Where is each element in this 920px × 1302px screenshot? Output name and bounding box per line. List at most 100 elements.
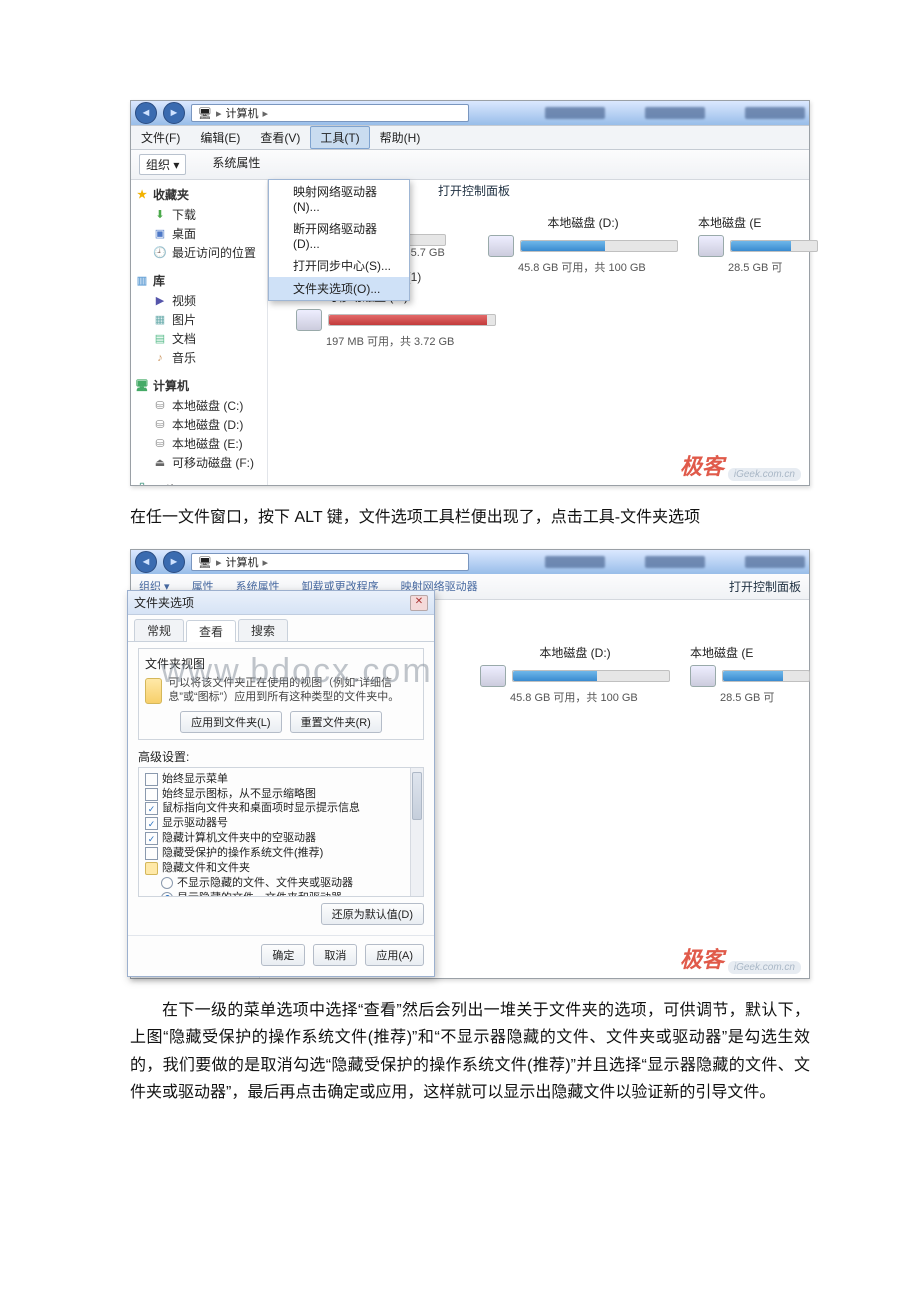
tab-view[interactable]: 查看: [186, 620, 236, 642]
download-icon: ⬇: [153, 208, 167, 222]
back-button[interactable]: ◄: [135, 551, 157, 573]
close-icon[interactable]: ✕: [410, 595, 428, 611]
sidebar-item-drive-c[interactable]: ⛁本地磁盘 (C:): [135, 396, 263, 415]
sidebar-item-downloads[interactable]: ⬇下载: [135, 205, 263, 224]
drive-e-tile[interactable]: 本地磁盘 (E 28.5 GB 可: [690, 644, 810, 705]
folder-view-head: 文件夹视图: [145, 655, 417, 672]
adv-option[interactable]: ✓隐藏计算机文件夹中的空驱动器: [145, 831, 409, 846]
forward-button[interactable]: ►: [163, 102, 185, 124]
watermark-url: iGeek.com.cn: [728, 468, 801, 481]
adv-option[interactable]: 始终显示图标，从不显示缩略图: [145, 787, 409, 802]
forward-button[interactable]: ►: [163, 551, 185, 573]
checkbox-icon[interactable]: ✓: [145, 817, 158, 830]
watermark-url: iGeek.com.cn: [728, 961, 801, 974]
address-bar[interactable]: 🖥 ▸ 计算机 ▸: [191, 553, 469, 571]
watermark-logo: 极客: [680, 942, 724, 974]
drive-e-tile[interactable]: 本地磁盘 (E 28.5 GB 可: [698, 214, 818, 275]
system-properties-button[interactable]: 系统属性: [212, 154, 260, 175]
dialog-title: 文件夹选项: [134, 594, 194, 611]
window-titlebar: ◄ ► 🖥 ▸ 计算机 ▸: [131, 550, 809, 574]
dialog-tabs: 常规 查看 搜索: [128, 615, 434, 642]
computer-icon: 🖥: [135, 379, 149, 393]
drive-d-tile[interactable]: 本地磁盘 (D:) 45.8 GB 可用，共 100 GB: [480, 644, 670, 705]
drive-d-label: 本地磁盘 (D:): [488, 214, 678, 231]
adv-option[interactable]: 始终显示菜单: [145, 772, 409, 787]
adv-option[interactable]: 隐藏受保护的操作系统文件(推荐): [145, 846, 409, 861]
drive-d-tile[interactable]: 本地磁盘 (D:) 45.8 GB 可用，共 100 GB: [488, 214, 678, 275]
menu-bar: 文件(F) 编辑(E) 查看(V) 工具(T) 帮助(H): [131, 125, 809, 150]
sidebar-item-drive-d[interactable]: ⛁本地磁盘 (D:): [135, 415, 263, 434]
organize-button[interactable]: 组织 ▾: [139, 154, 186, 175]
sidebar-item-desktop[interactable]: ▣桌面: [135, 224, 263, 243]
advanced-settings-label: 高级设置:: [138, 748, 424, 765]
apply-button[interactable]: 应用(A): [365, 944, 424, 966]
watermark-logo: 极客: [680, 449, 724, 481]
open-control-panel-link[interactable]: 打开控制面板: [729, 578, 801, 595]
sidebar-network[interactable]: 网络: [153, 482, 177, 485]
menu-item-disconnect-drive[interactable]: 断开网络驱动器(D)...: [269, 217, 409, 254]
open-control-panel-link[interactable]: 打开控制面板: [438, 182, 510, 199]
checkbox-icon[interactable]: [145, 773, 158, 786]
menu-item-sync-center[interactable]: 打开同步中心(S)...: [269, 254, 409, 277]
menu-item-map-drive[interactable]: 映射网络驱动器(N)...: [269, 180, 409, 217]
window-titlebar: ◄ ► 🖥 ▸ 计算机 ▸: [131, 101, 809, 125]
drive-icon: ⛁: [153, 399, 167, 413]
sidebar-item-documents[interactable]: ▤文档: [135, 329, 263, 348]
sidebar-item-videos[interactable]: ▶视频: [135, 291, 263, 310]
menu-file[interactable]: 文件(F): [131, 126, 190, 149]
sidebar-item-music[interactable]: ♪音乐: [135, 348, 263, 367]
folder-view-text: 可以将该文件夹正在使用的视图（例如“详细信息”或“图标”）应用到所有这种类型的文…: [168, 676, 417, 705]
sidebar-item-pictures[interactable]: ▦图片: [135, 310, 263, 329]
drive-e-capacity: 28.5 GB 可: [728, 259, 818, 275]
drive-e-capacity: 28.5 GB 可: [720, 689, 810, 705]
video-icon: ▶: [153, 294, 167, 308]
restore-defaults-button[interactable]: 还原为默认值(D): [321, 903, 424, 925]
menu-help[interactable]: 帮助(H): [370, 126, 431, 149]
sidebar-computer[interactable]: 计算机: [153, 377, 189, 394]
adv-option-group: 隐藏文件和文件夹: [145, 861, 409, 876]
back-button[interactable]: ◄: [135, 102, 157, 124]
tab-general[interactable]: 常规: [134, 619, 184, 641]
checkbox-icon[interactable]: ✓: [145, 802, 158, 815]
menu-tools[interactable]: 工具(T): [310, 126, 369, 149]
blurred-tab: [545, 107, 605, 119]
cancel-button[interactable]: 取消: [313, 944, 357, 966]
checkbox-icon[interactable]: [145, 847, 158, 860]
adv-option-radio[interactable]: 不显示隐藏的文件、文件夹或驱动器: [145, 876, 409, 891]
advanced-settings-list[interactable]: 始终显示菜单 始终显示图标，从不显示缩略图 ✓鼠标指向文件夹和桌面项时显示提示信…: [138, 767, 424, 897]
blurred-tab: [545, 556, 605, 568]
sidebar-item-recent[interactable]: 🕘最近访问的位置: [135, 243, 263, 262]
adv-option[interactable]: ✓显示驱动器号: [145, 816, 409, 831]
folder-options-dialog: 文件夹选项 ✕ 常规 查看 搜索 文件夹视图 可以将该文件夹正在使用的视图（例如…: [127, 590, 435, 977]
drive-icon: ⛁: [153, 418, 167, 432]
scrollbar[interactable]: [410, 768, 423, 896]
sidebar-item-drive-e[interactable]: ⛁本地磁盘 (E:): [135, 434, 263, 453]
sidebar-item-drive-f[interactable]: ⏏可移动磁盘 (F:): [135, 453, 263, 472]
computer-icon: 🖥: [198, 107, 212, 120]
drive-icon: [690, 665, 716, 687]
menu-view[interactable]: 查看(V): [250, 126, 310, 149]
recent-icon: 🕘: [153, 246, 167, 260]
tools-dropdown-menu: 映射网络驱动器(N)... 断开网络驱动器(D)... 打开同步中心(S)...…: [268, 179, 410, 301]
checkbox-icon[interactable]: ✓: [145, 832, 158, 845]
music-icon: ♪: [153, 351, 167, 365]
checkbox-icon[interactable]: [145, 788, 158, 801]
menu-edit[interactable]: 编辑(E): [190, 126, 250, 149]
adv-option-radio[interactable]: 显示隐藏的文件、文件夹和驱动器: [145, 891, 409, 897]
sidebar-favorites[interactable]: 收藏夹: [153, 186, 189, 203]
address-bar[interactable]: 🖥 ▸ 计算机 ▸: [191, 104, 469, 122]
reset-folders-button[interactable]: 重置文件夹(R): [290, 711, 382, 733]
scrollbar-thumb[interactable]: [412, 772, 422, 820]
apply-to-folders-button[interactable]: 应用到文件夹(L): [180, 711, 281, 733]
sidebar-libraries[interactable]: 库: [153, 272, 165, 289]
menu-item-folder-options[interactable]: 文件夹选项(O)...: [269, 277, 409, 300]
ok-button[interactable]: 确定: [261, 944, 305, 966]
tab-search[interactable]: 搜索: [238, 619, 288, 641]
document-icon: ▤: [153, 332, 167, 346]
drive-icon: [698, 235, 724, 257]
drive-e-label: 本地磁盘 (E: [690, 644, 810, 661]
radio-icon[interactable]: [161, 892, 173, 897]
radio-icon[interactable]: [161, 877, 173, 889]
adv-option[interactable]: ✓鼠标指向文件夹和桌面项时显示提示信息: [145, 801, 409, 816]
drive-f-capacity: 197 MB 可用，共 3.72 GB: [326, 333, 496, 349]
